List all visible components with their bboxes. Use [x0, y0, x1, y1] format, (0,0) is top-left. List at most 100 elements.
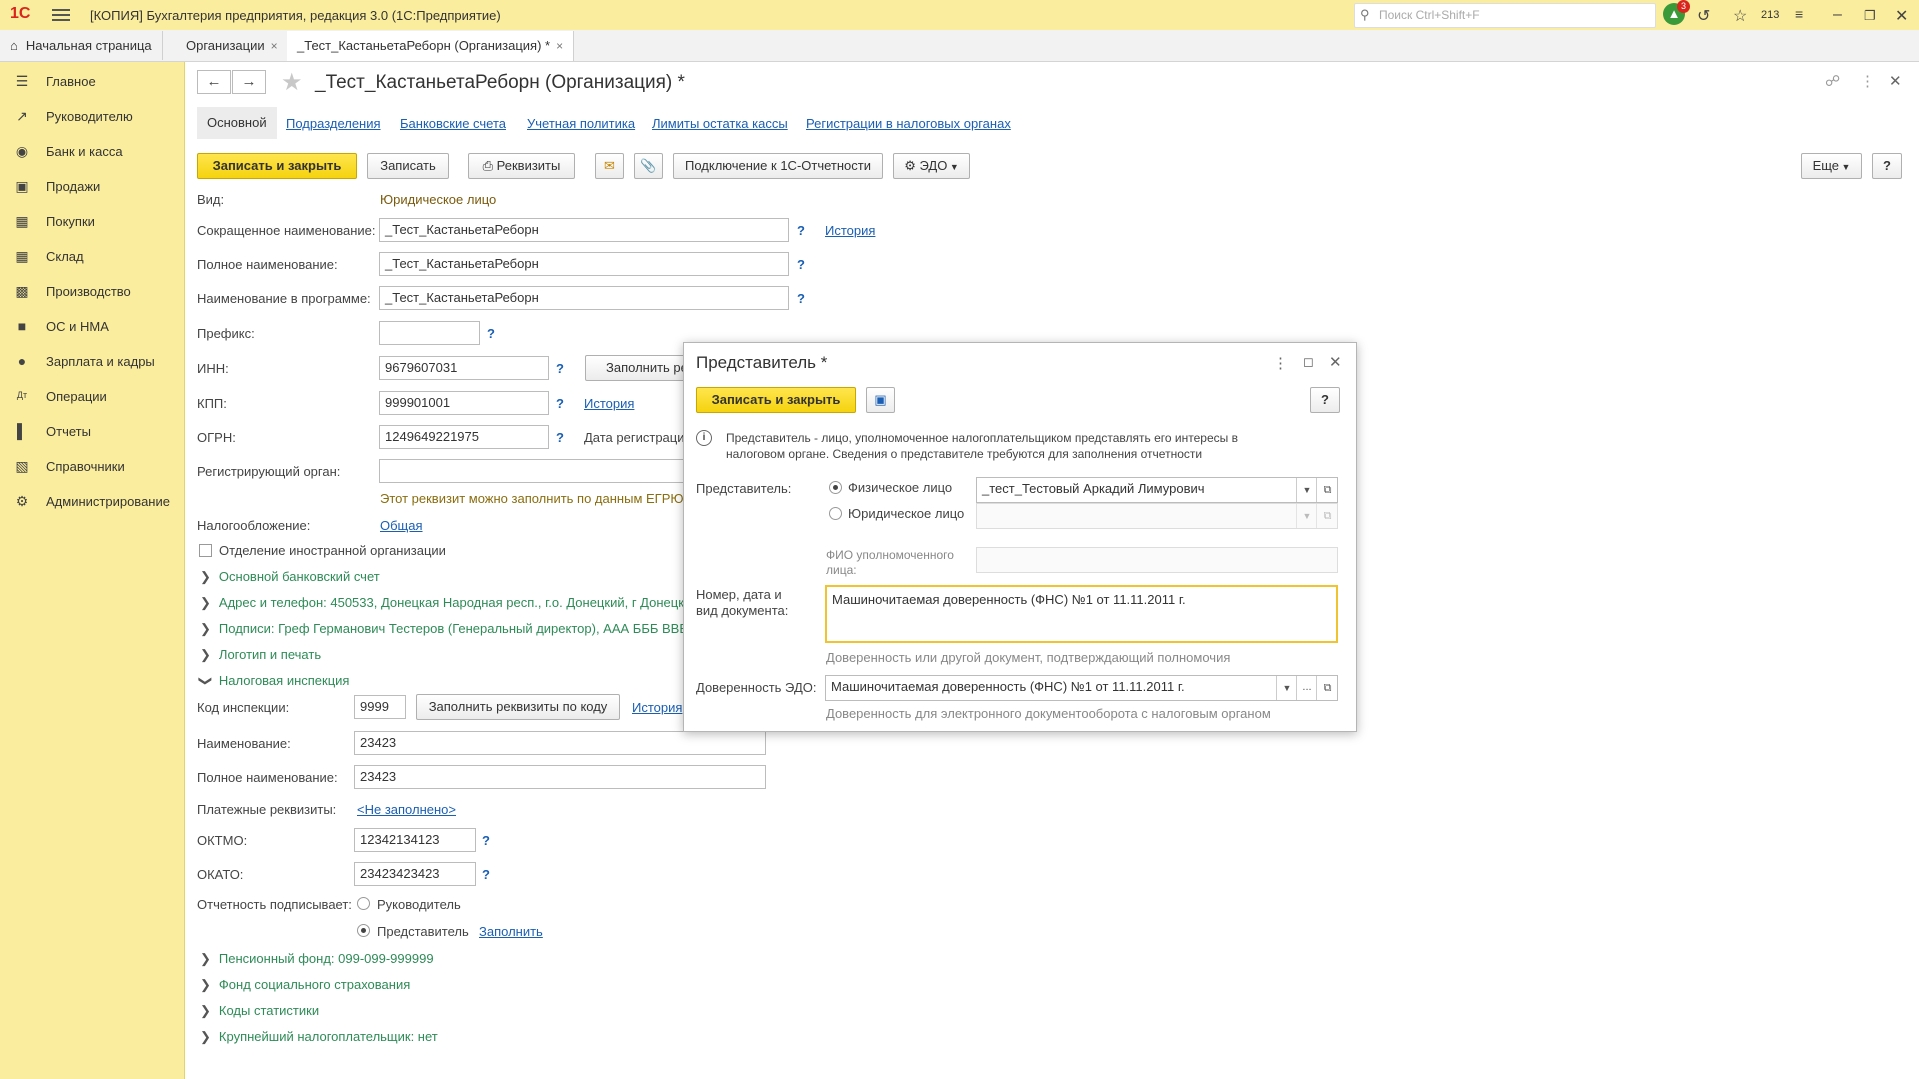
help-icon[interactable]: ?	[487, 326, 495, 341]
chevron-down-icon[interactable]: ▼	[1276, 676, 1297, 700]
tab-organizations[interactable]: Организации ×	[176, 31, 289, 60]
close-form-icon[interactable]: ✕	[1889, 72, 1902, 90]
connect-reporting-button[interactable]: Подключение к 1С-Отчетности	[673, 153, 883, 179]
subtab-cash-limits[interactable]: Лимиты остатка кассы	[652, 116, 788, 131]
dialog-save-and-close-button[interactable]: Записать и закрыть	[696, 387, 856, 413]
ogrn-input[interactable]: 1249649221975	[379, 425, 549, 449]
help-icon[interactable]: ?	[556, 430, 564, 445]
edo-proxy-select[interactable]: Машиночитаемая доверенность (ФНС) №1 от …	[825, 675, 1338, 701]
sidebar-item-warehouse[interactable]: ▦ Склад	[0, 239, 184, 274]
sidebar-item-admin[interactable]: ⚙ Администрирование	[0, 484, 184, 519]
close-icon[interactable]: ×	[556, 39, 563, 53]
help-icon[interactable]: ?	[482, 867, 490, 882]
signer-representative-radio[interactable]	[357, 924, 370, 937]
section-social-insurance[interactable]: ❯ Фонд социального страхования	[200, 977, 410, 993]
sidebar-item-purchases[interactable]: ▦ Покупки	[0, 204, 184, 239]
subtab-divisions[interactable]: Подразделения	[286, 116, 381, 131]
short-name-input[interactable]: _Тест_КастаньетаРеборн	[379, 218, 789, 242]
link-icon[interactable]: ☍	[1825, 72, 1840, 90]
minimize-icon[interactable]: –	[1833, 6, 1842, 24]
help-icon[interactable]: ?	[482, 833, 490, 848]
open-icon[interactable]: ⧉	[1316, 676, 1338, 700]
subtab-tax-registrations[interactable]: Регистрации в налоговых органах	[806, 116, 1011, 131]
prefix-input[interactable]	[379, 321, 480, 345]
history-link[interactable]: История	[825, 223, 875, 238]
inspection-full-name-input[interactable]: 23423	[354, 765, 766, 789]
subtab-accounting-policy[interactable]: Учетная политика	[527, 116, 635, 131]
main-menu-icon[interactable]	[52, 6, 70, 22]
close-icon[interactable]: ×	[271, 39, 278, 53]
dialog-save-button[interactable]: ▣	[866, 387, 895, 413]
inspection-name-input[interactable]: 23423	[354, 731, 766, 755]
sidebar-item-assets[interactable]: ■ ОС и НМА	[0, 309, 184, 344]
sidebar-item-catalogs[interactable]: ▧ Справочники	[0, 449, 184, 484]
section-address[interactable]: ❯ Адрес и телефон: 450533, Донецкая Народ…	[200, 595, 684, 611]
help-icon[interactable]: ?	[797, 291, 805, 306]
more-actions-icon[interactable]: ⋮	[1273, 354, 1288, 372]
save-button[interactable]: Записать	[367, 153, 449, 179]
sidebar-item-operations[interactable]: Дт Операции	[0, 379, 184, 414]
favorite-star-icon[interactable]: ★	[281, 68, 303, 97]
help-icon[interactable]: ?	[797, 223, 805, 238]
chevron-down-icon[interactable]: ▼	[1296, 478, 1317, 502]
kind-value[interactable]: Юридическое лицо	[380, 192, 496, 207]
inspection-code-input[interactable]: 9999	[354, 695, 406, 719]
dialog-help-button[interactable]: ?	[1310, 387, 1340, 413]
sidebar-item-manager[interactable]: ↗ Руководителю	[0, 99, 184, 134]
attach-button[interactable]: 📎	[634, 153, 663, 179]
close-window-icon[interactable]: ✕	[1895, 6, 1908, 26]
sidebar-item-salary[interactable]: ● Зарплата и кадры	[0, 344, 184, 379]
tab-current-organization[interactable]: _Тест_КастаньетаРеборн (Организация) * ×	[287, 31, 575, 61]
section-largest-taxpayer[interactable]: ❯ Крупнейший налогоплательщик: нет	[200, 1029, 438, 1045]
person-select[interactable]: _тест_Тестовый Аркадий Лимурович	[976, 477, 1338, 503]
inn-input[interactable]: 9679607031	[379, 356, 549, 380]
program-name-input[interactable]: _Тест_КастаньетаРеборн	[379, 286, 789, 310]
fill-representative-link[interactable]: Заполнить	[479, 924, 543, 939]
foreign-branch-checkbox[interactable]	[199, 544, 212, 557]
subtab-bank-accounts[interactable]: Банковские счета	[400, 116, 506, 131]
help-icon[interactable]: ?	[556, 361, 564, 376]
subtab-main[interactable]: Основной	[197, 107, 277, 139]
section-tax-inspection[interactable]: ❯ Налоговая инспекция	[198, 673, 349, 689]
sidebar-item-production[interactable]: ▩ Производство	[0, 274, 184, 309]
section-logo[interactable]: ❯ Логотип и печать	[200, 647, 321, 663]
favorites-icon[interactable]: ☆	[1733, 6, 1747, 26]
legal-entity-radio[interactable]	[829, 507, 842, 520]
email-button[interactable]: ✉	[595, 153, 624, 179]
tab-home[interactable]: ⌂ Начальная страница	[0, 31, 163, 60]
forward-button[interactable]: →	[232, 70, 266, 94]
registering-organ-input[interactable]	[379, 459, 685, 483]
payment-details-link[interactable]: <Не заполнено>	[357, 802, 456, 817]
inspection-history-link[interactable]: История	[632, 700, 682, 715]
edo-button[interactable]: ⚙ ЭДО ▼	[893, 153, 970, 179]
functions-menu-icon[interactable]: ≡	[1795, 6, 1803, 22]
sidebar-item-sales[interactable]: ▣ Продажи	[0, 169, 184, 204]
sidebar-item-main[interactable]: ☰ Главное	[0, 64, 184, 99]
more-button[interactable]: Еще ▼	[1801, 153, 1862, 179]
okato-input[interactable]: 23423423423	[354, 862, 476, 886]
sidebar-item-reports[interactable]: ▌ Отчеты	[0, 414, 184, 449]
restore-icon[interactable]: ❐	[1864, 8, 1876, 24]
fill-by-code-button[interactable]: Заполнить реквизиты по коду	[416, 694, 620, 720]
more-actions-icon[interactable]: ⋮	[1860, 72, 1875, 90]
kpp-input[interactable]: 999901001	[379, 391, 549, 415]
save-and-close-button[interactable]: Записать и закрыть	[197, 153, 357, 179]
close-dialog-icon[interactable]: ✕	[1329, 353, 1342, 371]
kpp-history-link[interactable]: История	[584, 396, 634, 411]
section-stat-codes[interactable]: ❯ Коды статистики	[200, 1003, 319, 1019]
open-icon[interactable]: ⧉	[1316, 478, 1338, 502]
search-input[interactable]: ⚲ Поиск Ctrl+Shift+F	[1354, 3, 1656, 28]
section-signatures[interactable]: ❯ Подписи: Греф Германович Тестеров (Гене…	[200, 621, 688, 637]
help-icon[interactable]: ?	[556, 396, 564, 411]
oktmo-input[interactable]: 12342134123	[354, 828, 476, 852]
requisites-button[interactable]: ⎙ Реквизиты	[468, 153, 575, 179]
document-textarea[interactable]: Машиночитаемая доверенность (ФНС) №1 от …	[825, 585, 1338, 643]
help-button[interactable]: ?	[1872, 153, 1902, 179]
signer-head-radio[interactable]	[357, 897, 370, 910]
section-bank-account[interactable]: ❯ Основной банковский счет	[200, 569, 380, 585]
taxation-link[interactable]: Общая	[380, 518, 423, 533]
section-pension-fund[interactable]: ❯ Пенсионный фонд: 099-099-999999	[200, 951, 434, 967]
maximize-icon[interactable]: ◻	[1303, 354, 1314, 370]
history-icon[interactable]: ↺	[1697, 6, 1710, 26]
full-name-input[interactable]: _Тест_КастаньетаРеборн	[379, 252, 789, 276]
